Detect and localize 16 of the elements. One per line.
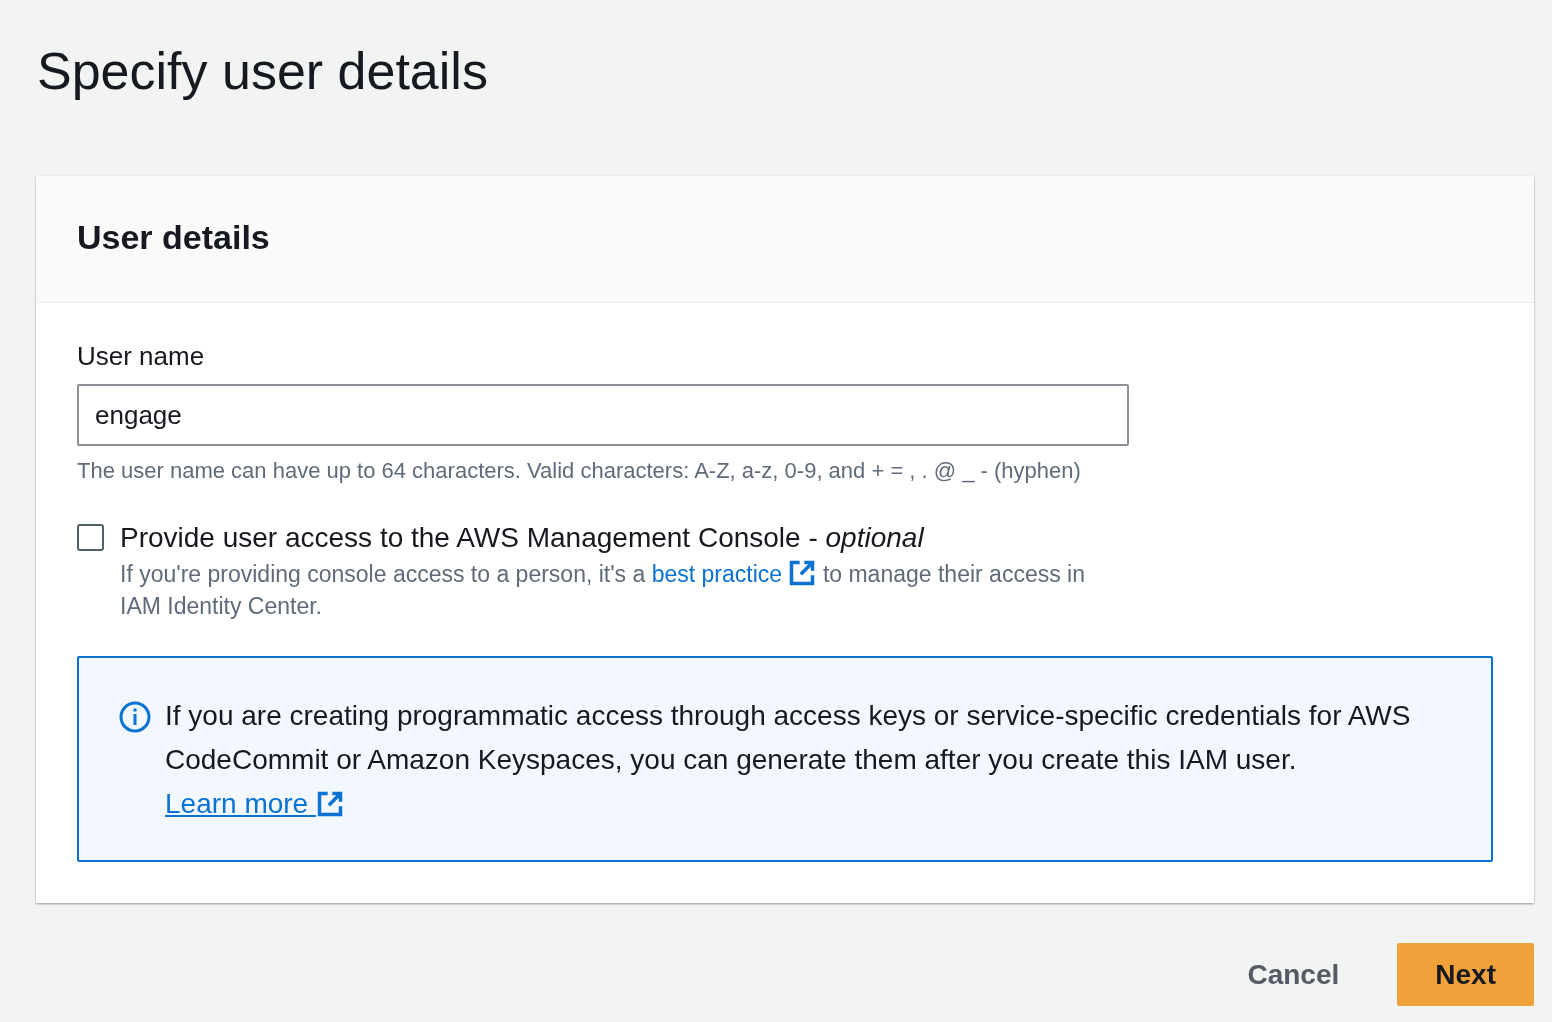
learn-more-link[interactable]: Learn more bbox=[165, 788, 344, 819]
info-icon bbox=[119, 701, 151, 733]
next-button[interactable]: Next bbox=[1397, 943, 1534, 1006]
best-practice-link[interactable]: best practice bbox=[651, 561, 817, 587]
field-hint: The user name can have up to 64 characters. Valid characters: A-Z, a-z, 0-9, and + = , . @ _ - (hyphen) bbox=[77, 458, 1081, 484]
info-text: If you are creating programmatic access through access keys or service-specific credentials for AWS CodeCommit or Amazon Keyspaces, you can generate them after you create this IAM user. Learn more bbox=[165, 699, 1412, 821]
external-link-icon bbox=[315, 790, 344, 818]
checkbox-description: If you're providing console access to a person, it's a best practice to manage their access in IAM Identity Center. bbox=[120, 558, 1086, 621]
page-title: Specify user details bbox=[37, 41, 489, 102]
panel-title: User details bbox=[77, 217, 270, 258]
external-link-icon bbox=[788, 559, 817, 587]
checkbox[interactable] bbox=[77, 524, 104, 551]
user-name-input[interactable]: engage bbox=[77, 384, 1129, 446]
checkbox-label: Provide user access to the AWS Management Console - optional bbox=[120, 522, 926, 554]
field-label: User name bbox=[77, 341, 205, 372]
cancel-button[interactable]: Cancel bbox=[1233, 948, 1354, 1001]
